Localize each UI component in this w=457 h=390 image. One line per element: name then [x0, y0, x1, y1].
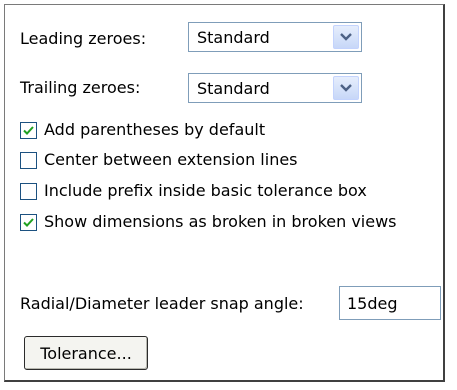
chevron-down-icon[interactable]	[333, 25, 359, 49]
add-parentheses-label: Add parentheses by default	[44, 120, 266, 139]
trailing-zeroes-label: Trailing zeroes:	[20, 78, 141, 97]
include-prefix-label: Include prefix inside basic tolerance bo…	[44, 181, 367, 200]
chevron-down-icon[interactable]	[333, 76, 359, 100]
show-broken-dimensions-checkbox[interactable]	[20, 214, 37, 231]
center-between-extension-lines-checkbox[interactable]	[20, 152, 37, 169]
add-parentheses-checkbox[interactable]	[20, 122, 37, 139]
tolerance-button[interactable]: Tolerance...	[24, 336, 148, 370]
show-broken-dimensions-label: Show dimensions as broken in broken view…	[44, 212, 397, 231]
snap-angle-label: Radial/Diameter leader snap angle:	[20, 294, 304, 313]
include-prefix-checkbox[interactable]	[20, 183, 37, 200]
center-between-extension-lines-label: Center between extension lines	[44, 150, 298, 169]
checkmark-icon	[23, 218, 34, 227]
leading-zeroes-value: Standard	[197, 27, 270, 47]
leading-zeroes-select[interactable]: Standard	[188, 22, 362, 52]
snap-angle-input[interactable]: 15deg	[339, 286, 441, 320]
leading-zeroes-label: Leading zeroes:	[20, 29, 147, 48]
trailing-zeroes-value: Standard	[197, 78, 270, 98]
checkmark-icon	[23, 126, 34, 135]
trailing-zeroes-select[interactable]: Standard	[188, 73, 362, 103]
